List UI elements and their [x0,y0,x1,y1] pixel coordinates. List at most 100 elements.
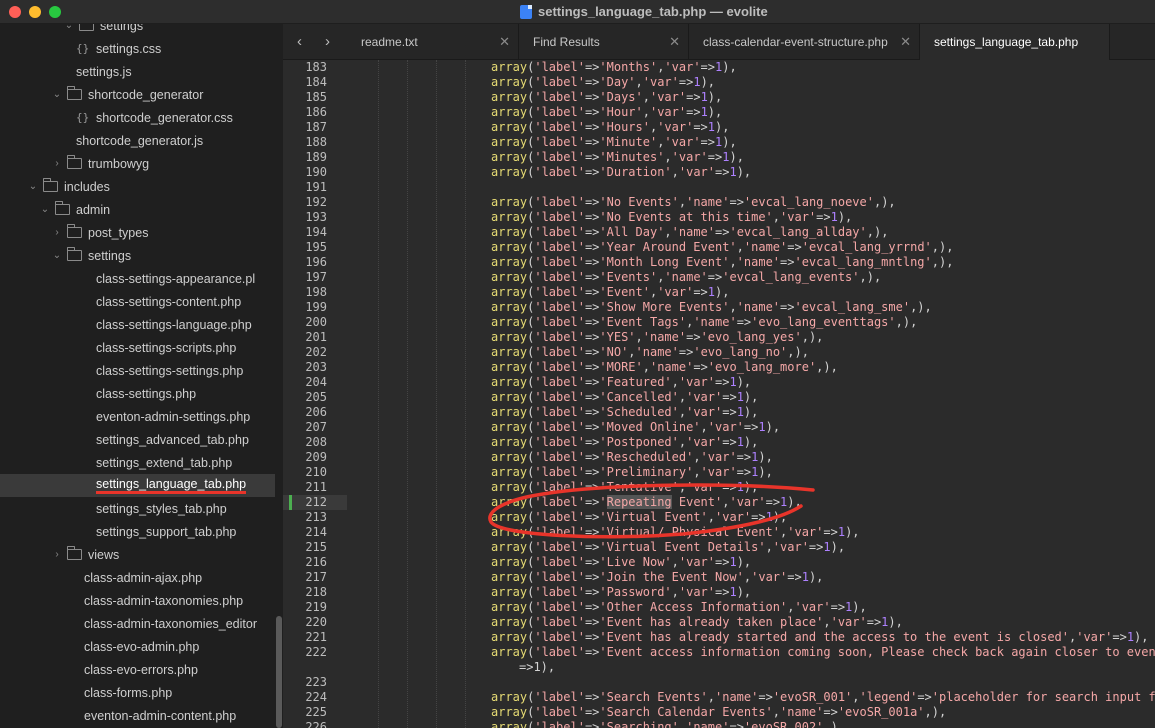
code-line: =>1), [283,660,1155,675]
code-line: 221 array('label'=>'Event has already sta… [283,630,1155,645]
code-token-operator: => [584,330,600,344]
sidebar-item-label: trumbowyg [88,156,150,171]
chevron-down-icon[interactable]: ⌄ [28,181,38,192]
chevron-down-icon[interactable]: ⌄ [64,24,74,31]
sidebar-item[interactable]: class-settings-content.php [0,290,275,313]
close-icon[interactable]: ✕ [499,34,510,50]
code-token-number: 1 [1126,630,1135,644]
code-token-punct: ), [743,405,759,419]
sidebar-item[interactable]: settings.js [0,60,275,83]
sidebar-item[interactable]: class-evo-admin.php [0,635,275,658]
sidebar-scrollbar[interactable] [276,616,282,728]
sidebar-item[interactable]: class-settings.php [0,382,275,405]
code-token-function: array [491,555,528,569]
close-icon[interactable]: ✕ [900,34,911,50]
code-token-string: 'label' [534,465,585,479]
sidebar-item-label: shortcode_generator [88,87,204,102]
chevron-right-icon[interactable]: › [52,549,62,560]
code-token-operator: => [715,555,730,569]
minimize-window-button[interactable] [29,6,41,18]
code-token-string: 'var' [686,405,723,419]
sidebar-item[interactable]: eventon-admin-settings.php [0,405,275,428]
chevron-right-icon[interactable]: › [52,158,62,169]
sidebar-item[interactable]: › trumbowyg [0,152,275,175]
sidebar-item[interactable]: {} settings.css [0,37,275,60]
tab-1[interactable]: Find Results ✕ [519,24,689,60]
tab-2[interactable]: class-calendar-event-structure.php ✕ [689,24,920,60]
tab-0[interactable]: readme.txt ✕ [347,24,519,60]
sidebar-item[interactable]: shortcode_generator.js [0,129,275,152]
chevron-down-icon[interactable]: ⌄ [40,204,50,215]
sidebar-item[interactable]: class-forms.php [0,681,275,704]
sidebar-item[interactable]: class-evo-errors.php [0,658,275,681]
code-token-string: 'YES' [599,330,636,344]
sidebar-item[interactable]: ⌄ shortcode_generator [0,83,275,106]
sidebar-item[interactable]: ⌄ includes [0,175,275,198]
sidebar-item-label: settings.js [76,64,132,79]
code-token-punct: ,), [859,270,882,284]
sidebar-item[interactable]: class-settings-scripts.php [0,336,275,359]
code-text: array('label'=>'Event has already taken … [327,615,903,630]
code-token-string: 'Day' [599,75,636,89]
code-token-string: 'evcal_lang_sme' [794,300,911,314]
sidebar-item[interactable]: ⌄ settings [0,244,275,267]
code-text: array('label'=>'Cancelled','var'=>1), [327,390,758,405]
line-number: 196 [305,255,327,269]
code-token-function: array [491,390,528,404]
code-token-operator: => [584,450,600,464]
tab-3[interactable]: settings_language_tab.php [920,24,1110,60]
sidebar-item[interactable]: settings_support_tab.php [0,520,275,543]
close-window-button[interactable] [9,6,21,18]
sidebar-item[interactable]: class-admin-taxonomies.php [0,589,275,612]
sidebar-item[interactable]: {} shortcode_generator.css [0,106,275,129]
sidebar-item[interactable]: eventon-admin-content.php [0,704,275,727]
code-token-string: 'label' [534,600,585,614]
sidebar-item[interactable]: class-settings-language.php [0,313,275,336]
code-line: 190 array('label'=>'Duration','var'=>1), [283,165,1155,180]
close-icon[interactable]: ✕ [669,34,680,50]
code-token-string: 'evcal_lang_noeve' [743,195,874,209]
code-token-number: 1 [700,90,708,104]
css-file-icon: {} [76,42,90,55]
sidebar-item[interactable]: ⌄ settings [0,24,275,37]
sidebar-item[interactable]: settings_extend_tab.php [0,451,275,474]
code-token-string: 'label' [534,270,585,284]
code-token-punct: , [671,375,679,389]
code-text: array('label'=>'Postponed','var'=>1), [327,435,758,450]
sidebar-item[interactable]: settings_advanced_tab.php [0,428,275,451]
code-token-operator: => [758,690,773,704]
chevron-right-icon[interactable]: › [52,227,62,238]
sidebar-item[interactable]: › post_types [0,221,275,244]
code-token-function: array [491,600,528,614]
chevron-down-icon[interactable]: ⌄ [52,250,62,261]
code-text: array('label'=>'Days','var'=>1), [327,90,722,105]
code-token-punct: ), [743,390,759,404]
code-token-string: 'Show More Events' [599,300,730,314]
maximize-window-button[interactable] [49,6,61,18]
line-number: 207 [305,420,327,434]
code-token-string: 'Hours' [599,120,650,134]
sidebar-item[interactable]: class-admin-ajax.php [0,566,275,589]
sidebar-item[interactable]: class-admin-taxonomies_editor [0,612,275,635]
sidebar-item[interactable]: ⌄ admin [0,198,275,221]
code-token-punct: ), [888,615,903,629]
forward-arrow-icon[interactable]: › [325,33,330,50]
code-token-function: array [491,690,528,704]
sidebar-item[interactable]: class-settings-appearance.pl [0,267,275,290]
line-number: 193 [305,210,327,224]
line-number: 219 [305,600,327,614]
code-token-punct: ), [715,285,730,299]
chevron-down-icon[interactable]: ⌄ [52,89,62,100]
code-token-string: 'var' [686,390,723,404]
sidebar-item[interactable]: settings_styles_tab.php [0,497,275,520]
code-token-string: 'var' [772,540,809,554]
code-editor[interactable]: 183 array('label'=>'Months','var'=>1), 184… [283,60,1155,728]
sidebar-item[interactable]: settings_language_tab.php [0,474,275,497]
code-token-string: 'Join the Event Now' [599,570,744,584]
code-token-operator: => [917,690,932,704]
line-number: 221 [305,630,327,644]
sidebar-item[interactable]: class-settings-settings.php [0,359,275,382]
back-arrow-icon[interactable]: ‹ [297,33,302,50]
code-token-string: 'Postponed' [599,435,679,449]
sidebar-item[interactable]: › views [0,543,275,566]
